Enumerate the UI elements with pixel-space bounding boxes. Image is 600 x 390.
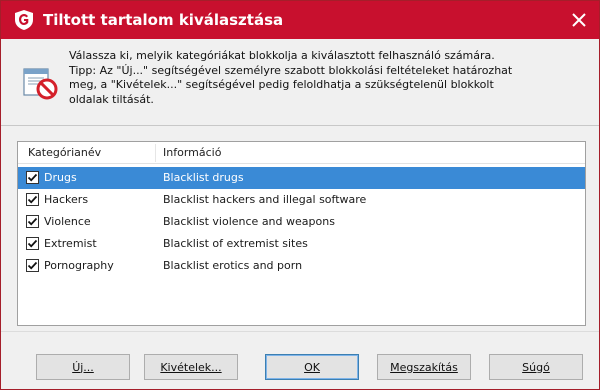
row-name: Pornography: [44, 259, 114, 272]
row-name: Violence: [44, 215, 91, 228]
close-icon: [572, 13, 586, 27]
list-row-extremist[interactable]: Extremist Blacklist of extremist sites: [18, 233, 585, 255]
check-icon: [27, 239, 38, 248]
divider: [1, 125, 599, 126]
dialog-window: Tiltott tartalom kiválasztása Válassza k…: [0, 0, 600, 390]
column-divider[interactable]: [155, 144, 156, 162]
row-info: Blacklist hackers and illegal software: [163, 193, 367, 206]
shield-logo-icon: [15, 10, 33, 30]
row-info: Blacklist of extremist sites: [163, 237, 308, 250]
row-name: Extremist: [44, 237, 97, 250]
info-area: Válassza ki, melyik kategóriákat blokkol…: [1, 39, 599, 125]
list-row-drugs[interactable]: Drugs Blacklist drugs: [18, 167, 585, 189]
row-info: Blacklist drugs: [163, 171, 244, 184]
list-row-pornography[interactable]: Pornography Blacklist erotics and porn: [18, 255, 585, 277]
window-title: Tiltott tartalom kiválasztása: [43, 11, 284, 29]
ok-button[interactable]: OK: [265, 354, 359, 380]
row-info: Blacklist violence and weapons: [163, 215, 335, 228]
close-button[interactable]: [559, 1, 599, 39]
list-row-violence[interactable]: Violence Blacklist violence and weapons: [18, 211, 585, 233]
list-row-hackers[interactable]: Hackers Blacklist hackers and illegal so…: [18, 189, 585, 211]
checkbox-extremist[interactable]: [26, 237, 39, 250]
check-icon: [27, 261, 38, 270]
new-button[interactable]: Új...: [36, 354, 130, 380]
title-bar[interactable]: Tiltott tartalom kiválasztása: [1, 1, 599, 39]
checkbox-pornography[interactable]: [26, 259, 39, 272]
button-bar: Új... Kivételek... OK Megszakítás Súgó: [1, 331, 599, 389]
checkbox-violence[interactable]: [26, 215, 39, 228]
exceptions-button[interactable]: Kivételek...: [144, 354, 238, 380]
help-button[interactable]: Súgó: [489, 354, 583, 380]
column-header-name[interactable]: Kategórianév: [28, 146, 101, 159]
checkbox-hackers[interactable]: [26, 193, 39, 206]
check-icon: [27, 173, 38, 182]
checkbox-drugs[interactable]: [26, 171, 39, 184]
category-list[interactable]: Kategórianév Információ Drugs Blacklist …: [17, 141, 586, 326]
column-header-info[interactable]: Információ: [163, 146, 221, 159]
blocked-document-icon: [23, 68, 58, 100]
cancel-button[interactable]: Megszakítás: [377, 354, 471, 380]
row-info: Blacklist erotics and porn: [163, 259, 303, 272]
list-header: Kategórianév Információ: [18, 142, 585, 164]
check-icon: [27, 195, 38, 204]
info-text: Válassza ki, melyik kategóriákat blokkol…: [69, 49, 513, 106]
row-name: Drugs: [44, 171, 77, 184]
check-icon: [27, 217, 38, 226]
list-rows: Drugs Blacklist drugs Hackers Blacklist …: [18, 167, 585, 277]
row-name: Hackers: [44, 193, 89, 206]
